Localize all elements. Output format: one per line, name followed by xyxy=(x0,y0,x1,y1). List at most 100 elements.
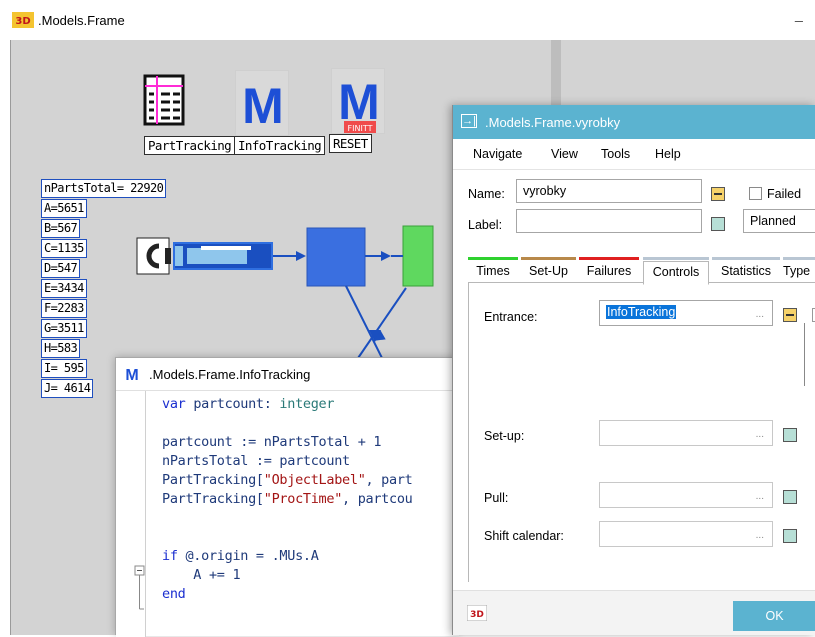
code-token: , partcou xyxy=(342,491,413,507)
code-line[interactable]: end xyxy=(162,585,458,604)
method-icon: M FINITT xyxy=(338,74,380,133)
code-line[interactable] xyxy=(162,528,458,547)
entrance-input[interactable]: InfoTracking ... xyxy=(599,300,773,326)
entrance-browse-button[interactable]: ... xyxy=(756,309,764,320)
label-inherit-icon[interactable] xyxy=(711,217,725,231)
menu-navigate[interactable]: Navigate xyxy=(473,147,522,161)
code-token: partcount xyxy=(193,396,264,412)
counter-d: D=547 xyxy=(41,259,81,278)
counter-h: H=583 xyxy=(41,339,81,358)
tab-setup[interactable]: Set-Up xyxy=(521,261,576,283)
svg-text:M: M xyxy=(125,367,138,382)
editor-divider xyxy=(804,323,805,386)
code-line[interactable] xyxy=(162,414,458,433)
infotracking-object[interactable]: M xyxy=(235,70,289,136)
tab-statistics[interactable]: Statistics xyxy=(712,261,780,283)
main-window-title: .Models.Frame xyxy=(38,13,125,28)
code-token: , part xyxy=(365,472,413,488)
counter-b: B=567 xyxy=(41,219,81,238)
source-icon xyxy=(136,237,171,275)
planned-dropdown[interactable]: Planned xyxy=(743,209,815,233)
code-token: "ProcTime" xyxy=(263,491,343,507)
label-label: Label: xyxy=(468,218,503,232)
tab-times[interactable]: Times xyxy=(468,261,518,283)
code-editor[interactable]: var partcount: integer partcount := nPart… xyxy=(116,390,459,637)
code-token: var xyxy=(162,396,194,412)
fold-marker-icon[interactable] xyxy=(134,565,146,625)
shift-calendar-inherit-icon[interactable] xyxy=(783,529,797,543)
tab-failures[interactable]: Failures xyxy=(579,261,639,283)
menu-help[interactable]: Help xyxy=(655,147,681,161)
app-logo-icon[interactable]: 3D xyxy=(467,605,487,621)
code-token: A += 1 xyxy=(162,567,241,583)
svg-text:M: M xyxy=(242,78,284,134)
minimize-button[interactable]: _ xyxy=(795,6,809,30)
code-line[interactable] xyxy=(162,509,458,528)
entrance-inherit-icon[interactable] xyxy=(783,308,797,322)
editor-titlebar: M .Models.Frame.InfoTracking xyxy=(116,358,459,390)
counter-e: E=3434 xyxy=(41,279,87,298)
counter-j: J= 4614 xyxy=(41,379,94,398)
menu-view[interactable]: View xyxy=(551,147,578,161)
dialog-window-icon: →| xyxy=(461,114,477,128)
svg-text:3D: 3D xyxy=(470,610,484,620)
code-line[interactable]: nPartsTotal := partcount xyxy=(162,452,458,471)
parttracking-label: PartTracking xyxy=(144,136,236,155)
tab-color-controls xyxy=(643,257,709,260)
parttracking-object[interactable] xyxy=(137,70,191,136)
name-value: vyrobky xyxy=(523,184,567,198)
tab-type[interactable]: Type xyxy=(783,261,815,283)
method-icon: M xyxy=(242,78,284,134)
code-token: end xyxy=(162,586,186,602)
code-token: nPartsTotal := partcount xyxy=(162,453,350,469)
app-logo-icon: 3D xyxy=(12,12,34,28)
pull-browse-button[interactable]: ... xyxy=(756,491,764,502)
menu-divider xyxy=(453,169,815,170)
code-line[interactable]: PartTracking["ProcTime", partcou xyxy=(162,490,458,509)
setup-inherit-icon[interactable] xyxy=(783,428,797,442)
failed-checkbox[interactable] xyxy=(749,187,762,200)
name-inherit-icon[interactable] xyxy=(711,187,725,201)
object-dialog[interactable]: →| .Models.Frame.vyrobky Navigate View T… xyxy=(452,105,815,635)
counter-a: A=5651 xyxy=(41,199,87,218)
code-line[interactable]: PartTracking["ObjectLabel", part xyxy=(162,471,458,490)
counter-i: I= 595 xyxy=(41,359,87,378)
shift-calendar-input[interactable]: ... xyxy=(599,521,773,547)
shift-calendar-browse-button[interactable]: ... xyxy=(756,530,764,541)
infotracking-label: InfoTracking xyxy=(234,136,326,155)
tab-color-type xyxy=(783,257,815,260)
infotracking-editor-window[interactable]: M .Models.Frame.InfoTracking var partcou… xyxy=(115,357,459,637)
code-token: PartTracking[ xyxy=(162,472,264,488)
label-input[interactable] xyxy=(516,209,702,233)
code-line[interactable]: var partcount: integer xyxy=(162,395,458,414)
dialog-title: .Models.Frame.vyrobky xyxy=(485,115,621,130)
name-input[interactable]: vyrobky xyxy=(516,179,702,203)
svg-text:3D: 3D xyxy=(15,16,30,27)
failed-label: Failed xyxy=(767,187,802,201)
setup-input[interactable]: ... xyxy=(599,420,773,446)
reset-object[interactable]: M FINITT xyxy=(331,68,385,134)
menu-tools[interactable]: Tools xyxy=(601,147,630,161)
code-line[interactable]: if @.origin = .MUs.A xyxy=(162,547,458,566)
entrance-label: Entrance: xyxy=(484,310,538,324)
pull-inherit-icon[interactable] xyxy=(783,490,797,504)
code-text[interactable]: var partcount: integer partcount := nPart… xyxy=(162,395,458,604)
code-line[interactable]: A += 1 xyxy=(162,566,458,585)
code-token: if xyxy=(162,548,186,564)
tab-color-statistics xyxy=(712,257,780,260)
code-token: integer xyxy=(279,396,335,412)
planned-value: Planned xyxy=(750,214,796,228)
entrance-value: InfoTracking xyxy=(606,305,677,319)
pull-input[interactable]: ... xyxy=(599,482,773,508)
tab-controls[interactable]: Controls xyxy=(643,261,709,285)
dialog-menubar: Navigate View Tools Help xyxy=(453,139,815,169)
code-token: partcount := nPartsTotal + 1 xyxy=(162,434,382,450)
station xyxy=(306,227,366,287)
ok-button[interactable]: OK xyxy=(733,601,815,631)
tab-color-setup xyxy=(521,257,576,260)
code-token: PartTracking[ xyxy=(162,491,264,507)
method-icon: M xyxy=(123,366,141,382)
setup-browse-button[interactable]: ... xyxy=(756,429,764,440)
code-line[interactable]: partcount := nPartsTotal + 1 xyxy=(162,433,458,452)
code-token: : xyxy=(263,396,280,412)
